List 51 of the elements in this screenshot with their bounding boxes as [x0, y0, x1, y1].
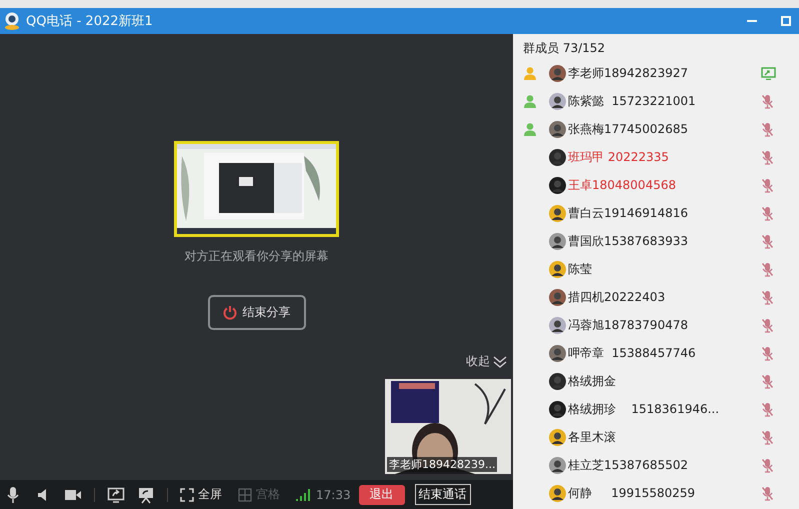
- avatar-icon: [549, 148, 566, 166]
- member-name: 李老师18942823927: [568, 64, 689, 82]
- share-screen-icon[interactable]: [107, 486, 125, 504]
- window-title: QQ电话 - 2022新班1: [26, 13, 154, 30]
- sharing-status-text: 对方正在观看你分享的屏幕: [184, 248, 328, 265]
- fullscreen-button[interactable]: 全屏: [180, 486, 222, 503]
- avatar-icon: [549, 176, 566, 194]
- video-caption: 李老师189428239...: [387, 457, 498, 472]
- maximize-icon[interactable]: [779, 14, 793, 28]
- member-name: 冯蓉旭18783790478: [568, 316, 689, 334]
- avatar-icon: [549, 400, 566, 418]
- app-logo-icon: [4, 12, 20, 30]
- member-name: 张燕梅17745002685: [568, 120, 689, 138]
- avatar-icon: [549, 456, 566, 474]
- member-name: 呷帝章 15388457746: [568, 344, 697, 362]
- member-name: 王卓18048004568: [568, 176, 677, 194]
- member-name: 曹白云19146914816: [568, 204, 689, 222]
- member-name: 格绒拥珍 1518361946...: [568, 400, 720, 418]
- avatar-icon: [549, 316, 566, 334]
- member-name: 何静 19915580259: [568, 484, 696, 502]
- avatar-icon: [549, 232, 566, 250]
- member-name: 桂立芝15387685502: [568, 456, 689, 474]
- avatar-icon: [549, 372, 566, 390]
- fullscreen-icon: [180, 488, 194, 502]
- call-time: 17:33: [316, 488, 351, 502]
- signal-icon: [296, 488, 312, 500]
- avatar-icon: [549, 204, 566, 222]
- chevron-down-icon: [493, 356, 507, 368]
- avatar-icon: [549, 260, 566, 278]
- members-title: 群成员 73/152: [523, 40, 606, 56]
- stop-sharing-button[interactable]: 结束分享: [208, 295, 306, 330]
- member-name: 各里木滚: [568, 428, 617, 446]
- exit-button[interactable]: 退出: [358, 484, 405, 504]
- member-name: 曹国欣15387683933: [568, 232, 689, 250]
- end-call-button[interactable]: 结束通话: [414, 484, 471, 505]
- avatar-icon: [549, 344, 566, 362]
- member-name: 措四机20222403: [568, 288, 666, 306]
- avatar-icon: [549, 120, 566, 138]
- avatar-icon: [549, 64, 566, 82]
- avatar-icon: [549, 288, 566, 306]
- grid-icon: [238, 488, 252, 502]
- avatar-icon: [549, 428, 566, 446]
- collapse-button[interactable]: 收起: [466, 353, 507, 370]
- member-name: 陈紫懿 15723221001: [568, 92, 697, 110]
- avatar-icon: [549, 92, 566, 110]
- member-name: 陈莹: [568, 260, 593, 278]
- power-icon: [222, 305, 236, 320]
- member-name: 格绒拥金: [568, 372, 617, 390]
- projector-icon[interactable]: [137, 486, 155, 504]
- avatar-icon: [549, 484, 566, 502]
- member-name: 班玛甲 20222335: [568, 148, 670, 166]
